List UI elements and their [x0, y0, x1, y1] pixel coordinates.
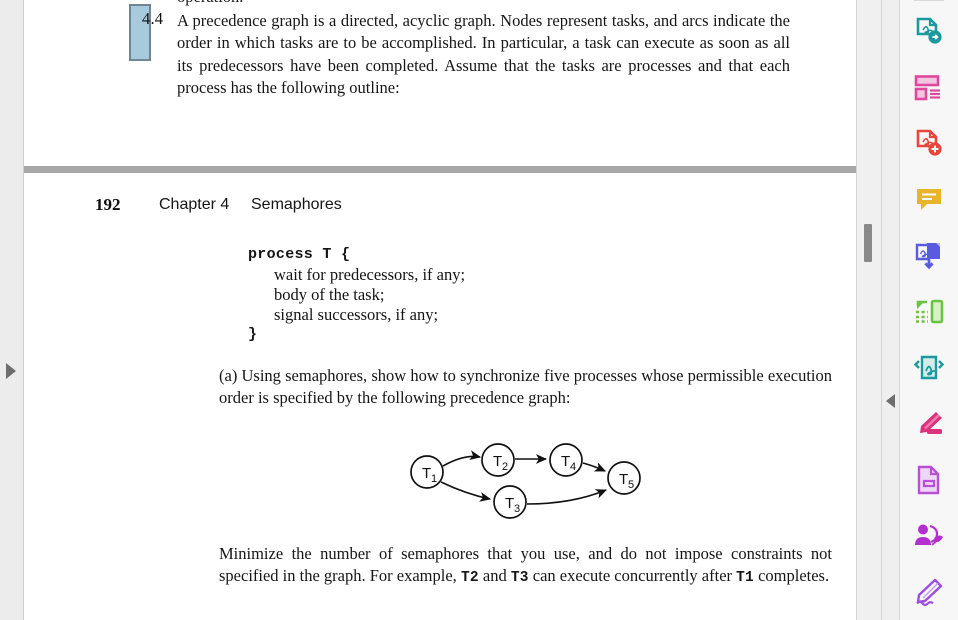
code-line: wait for predecessors, if any;	[274, 265, 466, 284]
right-panel-collapse-strip[interactable]	[882, 0, 900, 620]
collapse-right-panel-arrow-icon[interactable]	[886, 394, 895, 408]
svg-text:T: T	[493, 453, 502, 470]
graph-node-t3: T 3	[493, 485, 527, 519]
part-a-paragraph: (a) Using semaphores, show how to synchr…	[219, 366, 832, 408]
edge-t4-t5	[582, 462, 607, 472]
page-number: 192	[95, 195, 121, 214]
document-viewport[interactable]: operation. 4.4 A precedence graph is a d…	[24, 0, 856, 620]
scrollbar-thumb[interactable]	[864, 224, 872, 262]
edge-t1-t2	[442, 450, 482, 467]
closing-seg-3: can execute concurrently after	[528, 566, 737, 586]
code-line: signal successors, if any;	[274, 305, 439, 324]
chapter-title: Semaphores	[251, 196, 342, 213]
svg-text:5: 5	[628, 479, 634, 491]
svg-text:T: T	[561, 453, 570, 470]
svg-text:3: 3	[514, 503, 520, 515]
inline-code-t3: T3	[510, 570, 529, 587]
compress-pdf-icon[interactable]	[907, 340, 951, 396]
organize-pages-icon[interactable]	[907, 60, 951, 116]
page-separator	[24, 166, 856, 173]
left-thumbnail-panel	[0, 0, 24, 620]
svg-text:4: 4	[570, 461, 576, 473]
code-line: body of the task;	[274, 285, 385, 304]
closing-paragraph: Minimize the number of semaphores that y…	[219, 543, 832, 590]
comment-icon[interactable]	[907, 172, 951, 228]
process-outline-code-block: process T { wait for predecessors, if an…	[248, 245, 668, 345]
svg-text:T: T	[619, 471, 628, 488]
svg-text:T: T	[505, 495, 514, 512]
convert-pdf-icon[interactable]	[907, 4, 951, 60]
cut-off-text-line: operation.	[177, 0, 243, 7]
svg-text:T: T	[422, 465, 431, 482]
vertical-scrollbar[interactable]	[856, 0, 882, 620]
graph-node-t1: T 1	[410, 455, 444, 489]
code-line: process T {	[248, 246, 351, 263]
create-pdf-icon[interactable]	[907, 116, 951, 172]
graph-node-t5: T 5	[607, 461, 641, 495]
svg-text:1: 1	[431, 473, 437, 485]
exercise-number: 4.4	[142, 9, 164, 28]
document-page-previous: operation. 4.4 A precedence graph is a d…	[24, 0, 856, 166]
graph-nodes: T 1 T 2 T 3 T 4 T 5	[410, 443, 641, 519]
closing-seg-2: and	[478, 566, 511, 586]
code-line: }	[248, 326, 258, 343]
exercise-intro-paragraph: A precedence graph is a directed, acycli…	[177, 11, 790, 98]
precedence-graph: T 1 T 2 T 3 T 4 T 5	[410, 443, 641, 519]
edge-t3-t5	[526, 489, 608, 505]
tools-rail	[900, 0, 958, 620]
inline-code-t1: T1	[736, 570, 754, 587]
export-pdf-icon[interactable]	[907, 228, 951, 284]
chapter-label: Chapter 4	[159, 196, 230, 213]
running-head: 192 Chapter 4 Semaphores	[24, 195, 856, 219]
svg-text:2: 2	[502, 461, 508, 473]
closing-seg-4: completes.	[753, 566, 830, 586]
extract-pages-icon[interactable]	[907, 284, 951, 340]
expand-left-panel-arrow-icon[interactable]	[6, 363, 16, 379]
request-signature-icon[interactable]	[907, 508, 951, 564]
graph-node-t4: T 4	[549, 443, 583, 477]
edge-t1-t3	[440, 481, 492, 502]
page-document-icon[interactable]	[907, 452, 951, 508]
inline-code-t2: T2	[460, 570, 479, 587]
pdf-reader-window: operation. 4.4 A precedence graph is a d…	[0, 0, 958, 620]
graph-node-t2: T 2	[481, 443, 515, 477]
highlighter-icon[interactable]	[907, 396, 951, 452]
fill-and-sign-icon[interactable]	[907, 564, 951, 620]
